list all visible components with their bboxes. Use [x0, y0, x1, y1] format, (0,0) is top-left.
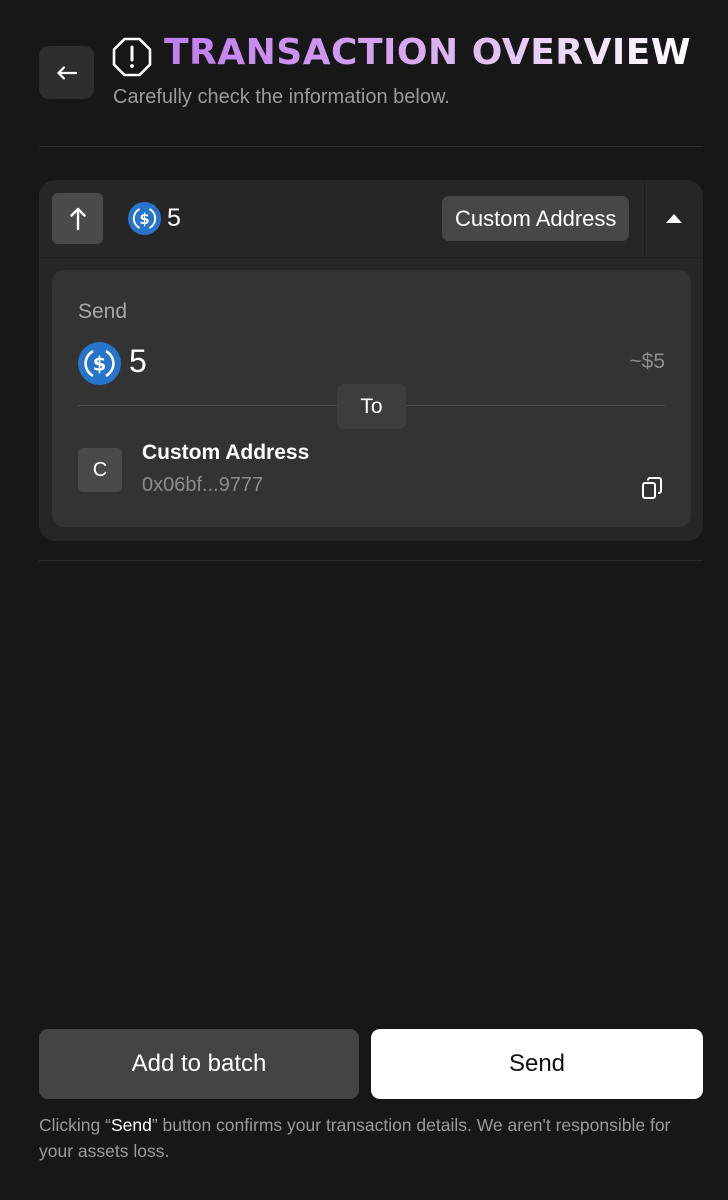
to-label: To — [337, 384, 406, 429]
transaction-overview-page: TRANSACTION OVERVIEW Carefully check the… — [0, 0, 728, 1200]
header-amount: 5 — [167, 204, 181, 232]
disclaimer-highlight: Send — [110, 1115, 152, 1135]
usd-value: ~$5 — [629, 350, 665, 373]
page-subtitle: Carefully check the information below. — [113, 86, 450, 108]
destination-badge: Custom Address — [442, 196, 630, 241]
transaction-card: $ 5 Custom Address Send $ 5 ~$5 To C Cus… — [39, 180, 703, 541]
header-divider — [39, 146, 703, 147]
svg-text:$: $ — [139, 210, 149, 228]
send-label: Send — [78, 300, 128, 323]
page-title: TRANSACTION OVERVIEW — [164, 32, 692, 73]
arrow-up-icon — [69, 207, 86, 230]
send-button[interactable]: Send — [371, 1029, 703, 1099]
send-amount: 5 — [129, 343, 147, 379]
caret-up-icon — [666, 213, 682, 223]
disclaimer-prefix: Clicking “ — [39, 1115, 111, 1135]
recipient-address: 0x06bf...9777 — [142, 474, 264, 496]
recipient-avatar: C — [78, 448, 122, 492]
direction-indicator — [52, 193, 103, 244]
arrow-left-icon — [56, 65, 77, 80]
recipient-name: Custom Address — [142, 441, 310, 464]
copy-address-button[interactable] — [639, 475, 665, 501]
card-header-divider — [39, 257, 703, 258]
transaction-card-header[interactable]: $ 5 Custom Address — [39, 180, 703, 257]
copy-icon — [642, 477, 662, 499]
back-button[interactable] — [39, 46, 94, 99]
card-divider — [39, 560, 703, 561]
collapse-button[interactable] — [645, 180, 703, 257]
warning-octagon-icon — [112, 37, 152, 77]
disclaimer-text: Clicking “Send” button confirms your tra… — [39, 1112, 689, 1164]
usdc-icon: $ — [78, 342, 121, 385]
usdc-icon: $ — [128, 202, 161, 235]
transaction-details: Send $ 5 ~$5 To C Custom Address 0x06bf.… — [52, 270, 691, 527]
svg-text:$: $ — [93, 352, 106, 375]
add-to-batch-button[interactable]: Add to batch — [39, 1029, 359, 1099]
